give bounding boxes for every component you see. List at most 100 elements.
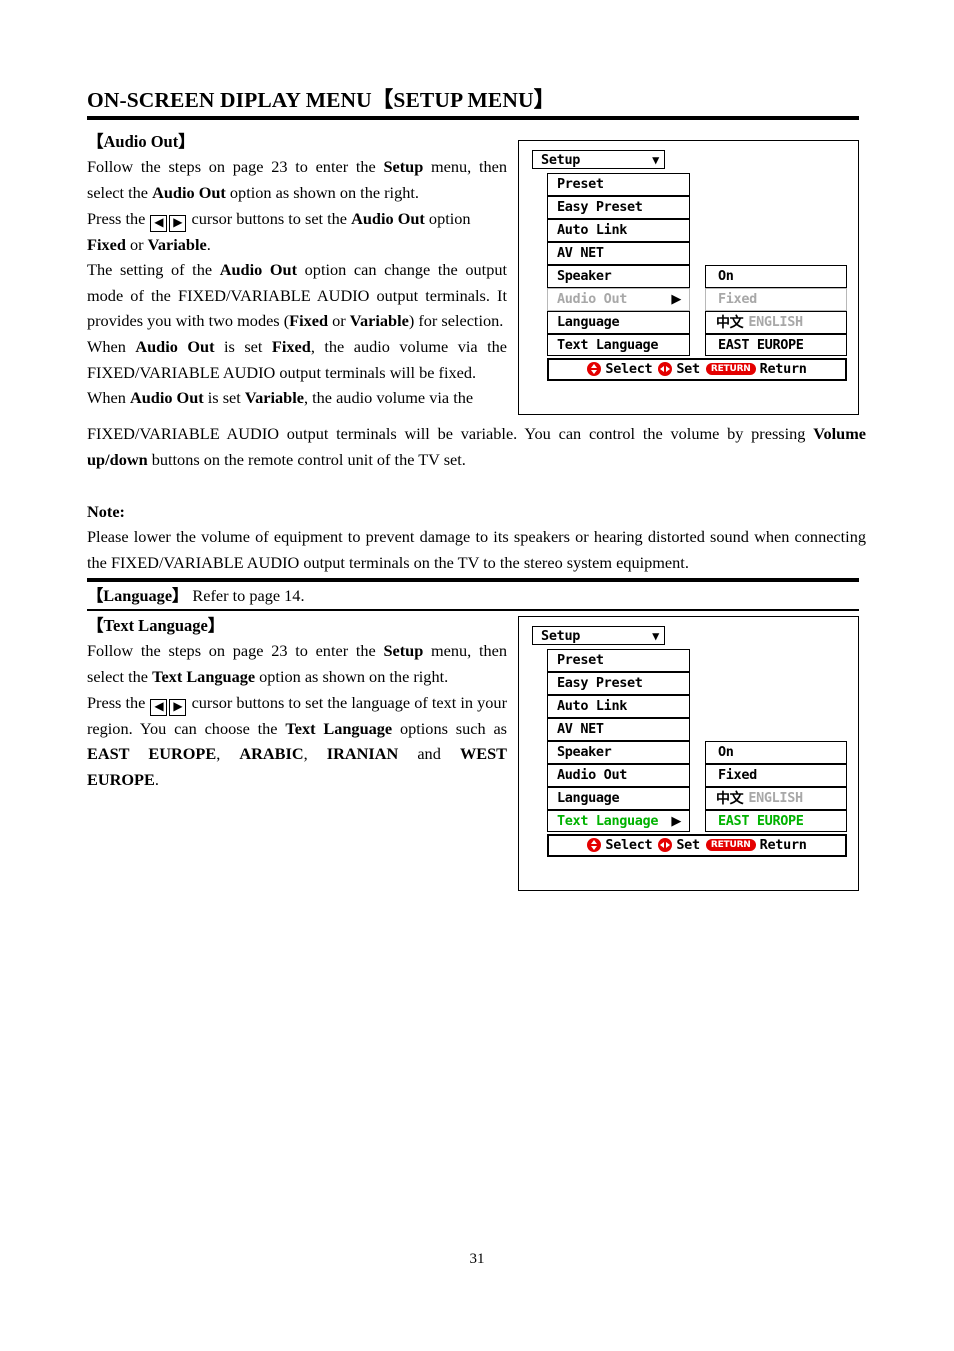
osd-menu-row[interactable]: Auto Link bbox=[547, 694, 847, 718]
osd-menu-row[interactable]: Preset bbox=[547, 173, 847, 196]
text-run: When bbox=[87, 388, 130, 408]
audio-out-paragraph-5: When Audio Out is set Variable, the audi… bbox=[87, 385, 507, 411]
osd-menu-row[interactable]: Easy Preset bbox=[547, 671, 847, 695]
left-right-arrows-icon bbox=[658, 838, 673, 853]
osd-menu-item-value[interactable]: 中文 ENGLISH bbox=[705, 310, 847, 334]
osd-menu-row[interactable]: Auto Link bbox=[547, 218, 847, 242]
osd-menu-item-text: Audio Out bbox=[557, 767, 627, 784]
set-label: Set bbox=[676, 837, 700, 854]
osd-menu-item-text: Easy Preset bbox=[557, 675, 643, 692]
osd-menu-item-value[interactable]: EAST EUROPE bbox=[705, 333, 847, 357]
osd-menu-item-label[interactable]: Auto Link bbox=[547, 694, 690, 718]
osd-menu-item-value[interactable]: On bbox=[705, 740, 847, 764]
text-emphasis: Audio Out bbox=[129, 388, 204, 408]
language-reference-line: 【Language】 Refer to page 14. bbox=[87, 582, 859, 609]
osd-menu-item-label[interactable]: Language bbox=[547, 786, 690, 810]
select-label: Select bbox=[605, 837, 653, 854]
osd-menu-item-value[interactable]: 中文 ENGLISH bbox=[705, 786, 847, 810]
text-run: , the audio volume via the bbox=[303, 388, 474, 408]
audio-out-heading: 【Audio Out】 bbox=[87, 132, 195, 151]
page-title-block: ON-SCREEN DIPLAY MENU【SETUP MENU】 bbox=[87, 88, 859, 120]
osd-menu-row[interactable]: Preset bbox=[547, 649, 847, 672]
osd-menu-row[interactable]: AV NET bbox=[547, 717, 847, 741]
osd-setup-header[interactable]: Setup ▼ bbox=[532, 150, 665, 169]
osd-menu-item-label[interactable]: Speaker bbox=[547, 264, 690, 288]
text-run: buttons on the remote control unit of th… bbox=[147, 449, 466, 469]
language-heading: 【Language】 bbox=[87, 586, 189, 605]
osd-menu-row[interactable]: Audio Out Fixed bbox=[547, 763, 847, 787]
osd-menu-row[interactable]: Text Language EAST EUROPE bbox=[547, 333, 847, 357]
osd-menu-item-label[interactable]: Speaker bbox=[547, 740, 690, 764]
text-run: The setting of the bbox=[87, 260, 220, 280]
osd-menu-item-label[interactable]: Auto Link bbox=[547, 218, 690, 242]
osd-menu-item-label[interactable]: Text Language bbox=[547, 333, 690, 357]
manual-page: ON-SCREEN DIPLAY MENU【SETUP MENU】 【Audio… bbox=[0, 0, 954, 1351]
osd-menu-row[interactable]: Easy Preset bbox=[547, 195, 847, 219]
osd-menu-row[interactable]: Language 中文 ENGLISH bbox=[547, 310, 847, 334]
osd-menu-row[interactable]: Speaker On bbox=[547, 740, 847, 764]
osd-menu-item-label[interactable]: AV NET bbox=[547, 717, 690, 741]
osd-setup-header[interactable]: Setup ▼ bbox=[532, 626, 665, 645]
set-label: Set bbox=[676, 361, 700, 378]
osd-menu-item-value[interactable]: EAST EUROPE bbox=[705, 809, 847, 833]
osd-menu-item-text: Preset bbox=[557, 652, 604, 669]
text-emphasis: Variable bbox=[349, 311, 409, 331]
text-emphasis: Setup bbox=[383, 641, 424, 661]
osd-value-text: EAST EUROPE bbox=[718, 337, 804, 354]
osd-menu-item-label[interactable]: Audio Out ▶ bbox=[547, 287, 690, 311]
osd-menu-item-label[interactable]: AV NET bbox=[547, 241, 690, 265]
title-rule bbox=[87, 115, 859, 120]
osd-menu-row[interactable]: Audio Out ▶ Fixed bbox=[547, 287, 847, 311]
osd-value-text: On bbox=[718, 268, 734, 285]
text-run: or bbox=[125, 234, 148, 254]
text-emphasis: Fixed bbox=[289, 311, 329, 331]
osd-setup-header-label: Setup bbox=[541, 627, 581, 644]
language-strip: 【Language】 Refer to page 14. bbox=[87, 575, 859, 611]
osd-diagram-text-language: Setup ▼ Preset Easy Preset Auto Link AV NET… bbox=[518, 616, 859, 891]
text-run: , bbox=[216, 744, 240, 764]
osd-menu-item-text: Language bbox=[557, 790, 620, 807]
osd-menu-row[interactable]: Text Language ▶ EAST EUROPE bbox=[547, 809, 847, 833]
audio-out-section: 【Audio Out】 Follow the steps on page 23 … bbox=[87, 131, 507, 411]
osd-value-text: EAST EUROPE bbox=[718, 813, 804, 830]
text-emphasis: Audio Out bbox=[351, 208, 425, 228]
osd-menu-item-text: Speaker bbox=[557, 744, 612, 761]
osd-menu-item-label[interactable]: Language bbox=[547, 310, 690, 334]
osd-menu-row[interactable]: Speaker On bbox=[547, 264, 847, 288]
language-reference-text: Refer to page 14. bbox=[188, 586, 305, 605]
osd-setup-header-label: Setup bbox=[541, 151, 581, 168]
osd-menu-row[interactable]: AV NET bbox=[547, 241, 847, 265]
cursor-left-icon: ◀ bbox=[150, 698, 168, 716]
text-emphasis: Text Language bbox=[285, 718, 393, 738]
osd-menu-item-label[interactable]: Easy Preset bbox=[547, 195, 690, 219]
cursor-right-icon: ▶ bbox=[169, 214, 187, 232]
osd-menu-item-text: Auto Link bbox=[557, 222, 627, 239]
osd-menu-item-text: Easy Preset bbox=[557, 199, 643, 216]
osd-menu-item-text: Auto Link bbox=[557, 698, 627, 715]
osd-menu-item-value[interactable]: On bbox=[705, 264, 847, 288]
osd-menu-row[interactable]: Language 中文 ENGLISH bbox=[547, 786, 847, 810]
text-run: Press the bbox=[87, 208, 150, 228]
osd-menu-item-value[interactable]: Fixed bbox=[705, 287, 847, 311]
text-language-paragraph-1: Follow the steps on page 23 to enter the… bbox=[87, 638, 507, 689]
osd-menu-item-text: AV NET bbox=[557, 721, 604, 738]
text-emphasis: Fixed bbox=[87, 234, 126, 254]
osd-menu-item-text: Preset bbox=[557, 176, 604, 193]
osd-menu-item-label[interactable]: Audio Out bbox=[547, 763, 690, 787]
osd-menu-item-label[interactable]: Easy Preset bbox=[547, 671, 690, 695]
osd-menu-item-label[interactable]: Text Language ▶ bbox=[547, 809, 690, 833]
return-label: Return bbox=[759, 361, 807, 378]
text-emphasis: IRANIAN bbox=[326, 744, 399, 764]
arrow-right-icon: ▶ bbox=[671, 291, 681, 307]
text-emphasis: Audio Out bbox=[152, 183, 226, 203]
text-run: Follow the steps on page 23 to enter the bbox=[87, 157, 384, 177]
osd-menu-item-label[interactable]: Preset bbox=[547, 649, 690, 672]
osd-menu-item-label[interactable]: Preset bbox=[547, 173, 690, 196]
osd-menu-item-value[interactable]: Fixed bbox=[705, 763, 847, 787]
language-rule-bottom bbox=[87, 609, 859, 611]
text-run: cursor buttons to set the bbox=[187, 208, 352, 228]
audio-out-paragraph-1: Follow the steps on page 23 to enter the… bbox=[87, 154, 507, 205]
osd-value-english: ENGLISH bbox=[748, 314, 803, 331]
select-hint: Select bbox=[587, 837, 653, 854]
audio-out-paragraph-4: When Audio Out is set Fixed, the audio v… bbox=[87, 334, 507, 385]
